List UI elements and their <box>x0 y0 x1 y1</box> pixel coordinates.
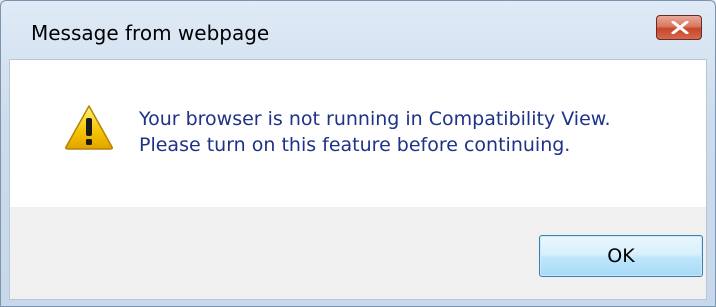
message-dialog: Message from webpage Your browser is not… <box>0 0 716 307</box>
dialog-title: Message from webpage <box>31 21 270 45</box>
message-line-2: Please turn on this feature before conti… <box>139 134 571 156</box>
message-line-1: Your browser is not running in Compatibi… <box>139 108 611 130</box>
close-icon <box>671 21 689 34</box>
message-area: Your browser is not running in Compatibi… <box>10 60 706 207</box>
title-bar[interactable]: Message from webpage <box>1 1 715 59</box>
message-text: Your browser is not running in Compatibi… <box>139 106 611 158</box>
ok-button[interactable]: OK <box>539 235 703 277</box>
close-button[interactable] <box>656 15 702 40</box>
dialog-body: Your browser is not running in Compatibi… <box>9 59 707 300</box>
warning-icon <box>65 105 113 150</box>
